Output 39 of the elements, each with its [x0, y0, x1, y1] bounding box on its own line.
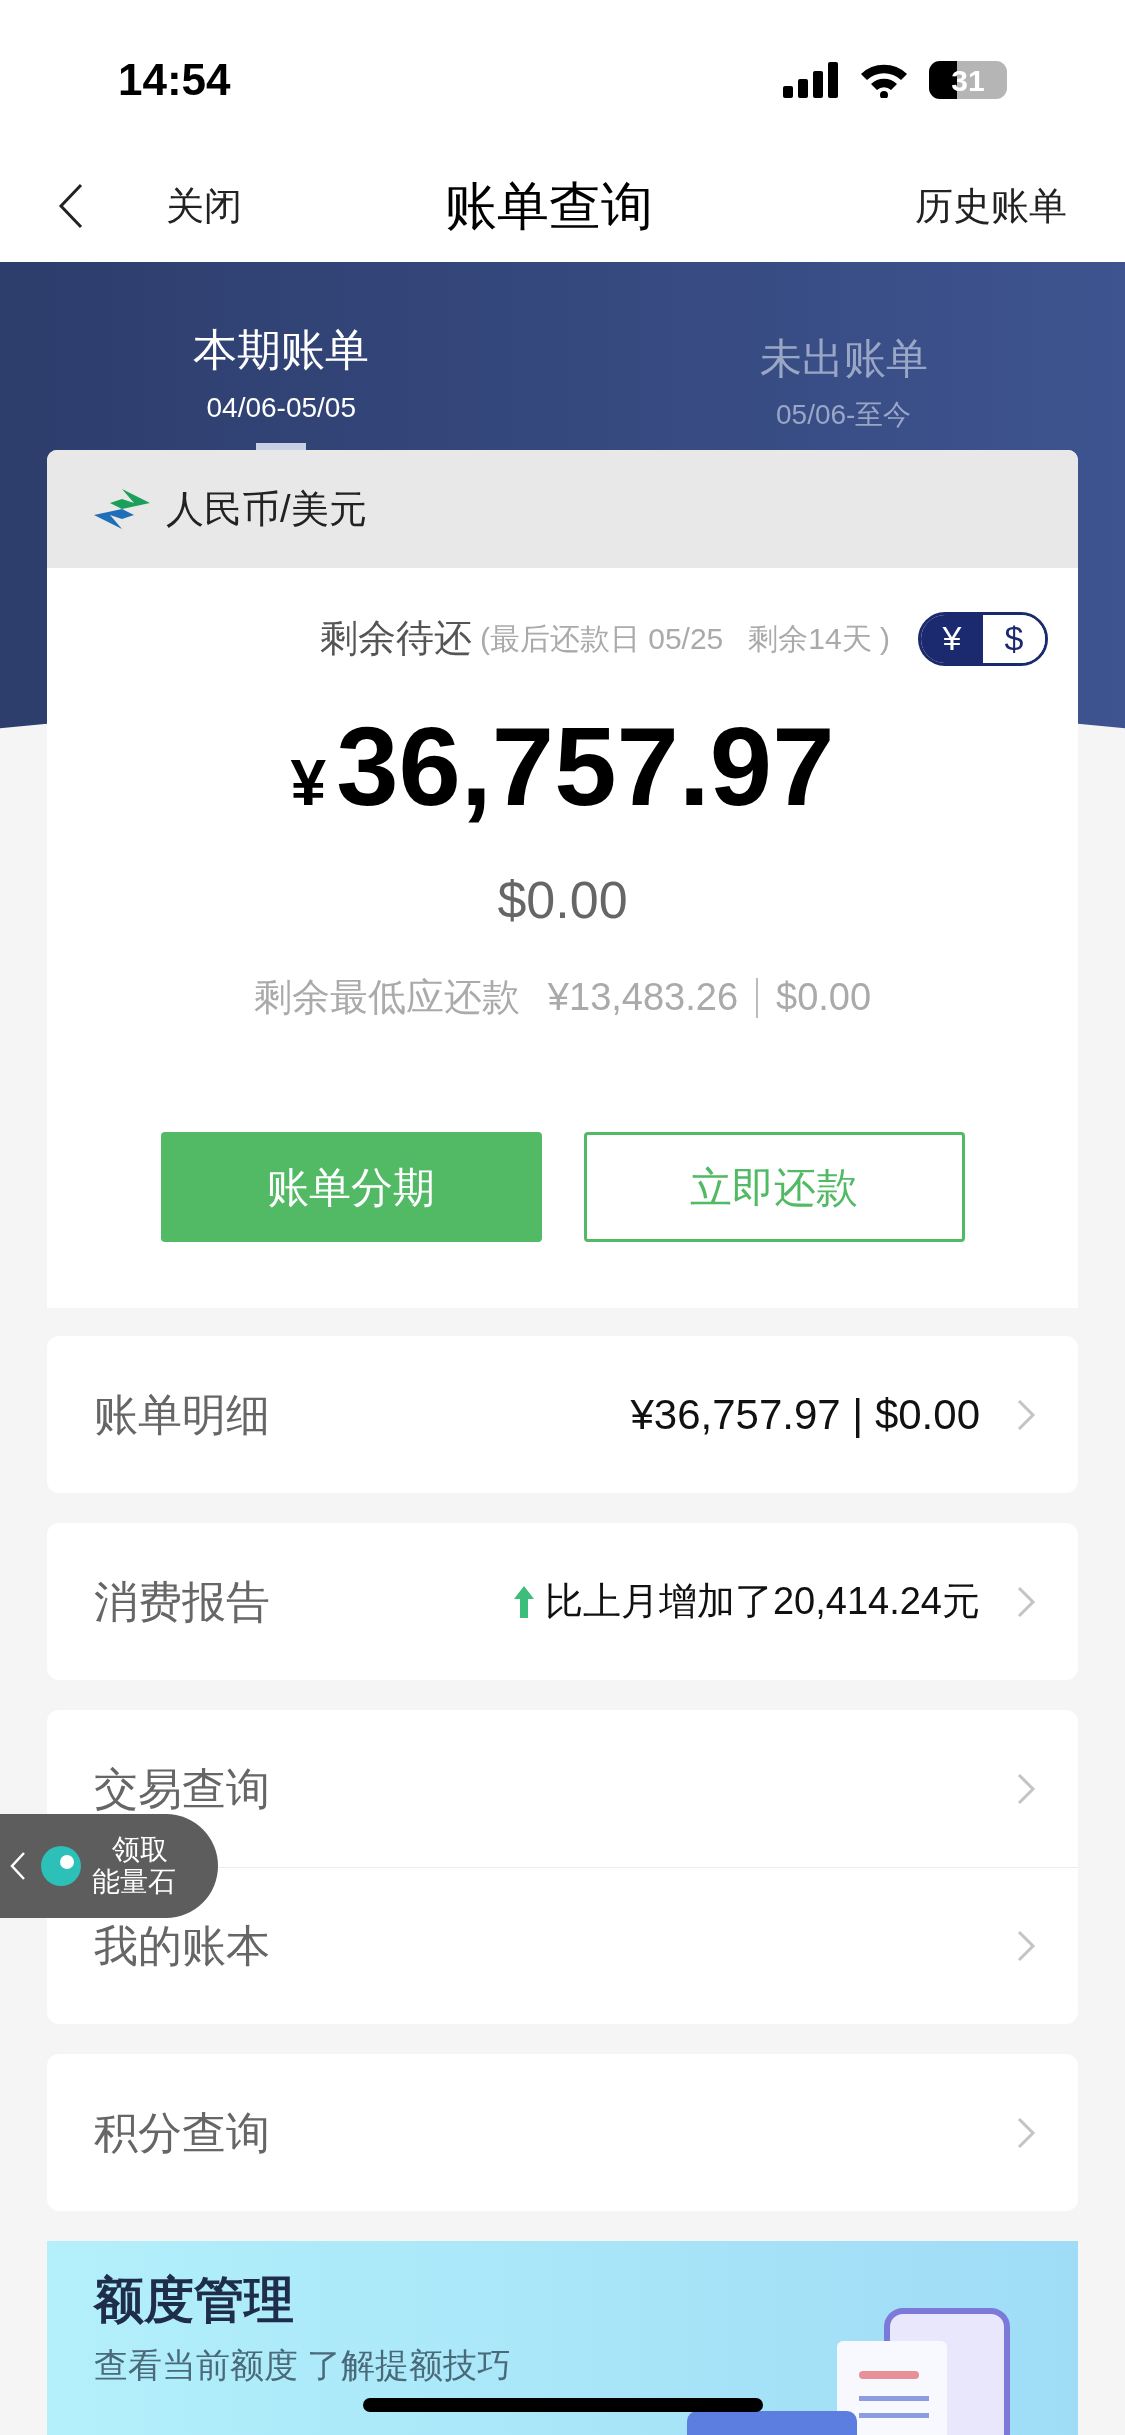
banner-title: 额度管理 — [94, 2271, 294, 2330]
chevron-right-icon — [1016, 1929, 1036, 1963]
due-date-note: (最后还款日 05/25 剩余14天 ) — [479, 621, 890, 657]
row-value: 比上月增加了20,414.24元 — [544, 1579, 980, 1624]
remaining-label: 剩余待还 — [319, 616, 472, 661]
currency-option[interactable]: ¥ — [921, 614, 983, 663]
minimum-usd: $0.00 — [776, 975, 872, 1020]
chevron-right-icon — [1016, 2115, 1036, 2150]
credit-limit-banner[interactable]: 额度管理 查看当前额度 了解提额技巧 — [47, 2241, 1078, 2435]
back-icon[interactable] — [58, 183, 84, 229]
bill-tab[interactable]: 未出账单 05/06-至今 — [562, 317, 1125, 453]
minimum-payment-label: 剩余最低应还款 — [253, 975, 520, 1020]
badge-text: 能量石 — [92, 1866, 176, 1899]
signal-icon — [783, 62, 839, 98]
chevron-right-icon — [1016, 1584, 1036, 1619]
row-label[interactable]: 账单明细 — [94, 1381, 270, 1448]
currency-symbol: ¥ — [290, 746, 327, 821]
bank-logo-icon — [92, 487, 152, 531]
wifi-icon — [859, 62, 909, 98]
chevron-left-icon — [10, 1851, 26, 1881]
minimum-cny: ¥13,483.26 — [547, 975, 739, 1020]
currency-toggle[interactable]: ¥ $ — [918, 611, 1048, 666]
chevron-right-icon — [1016, 1397, 1036, 1432]
row-label[interactable]: 积分查询 — [94, 2099, 270, 2166]
page-title: 账单查询 — [444, 176, 653, 237]
close-button[interactable]: 关闭 — [166, 177, 242, 235]
status-time: 14:54 — [118, 54, 231, 106]
badge-text: 领取 — [112, 1833, 169, 1866]
usd-amount: $0.00 — [497, 870, 628, 931]
energy-stone-toast[interactable]: 领取 能量石 — [0, 1814, 218, 1918]
currency-title: 人民币/美元 — [166, 486, 367, 532]
row-value: ¥36,757.97 | $0.00 — [630, 1390, 980, 1440]
amount-due: 36,757.97 — [336, 711, 835, 823]
orb-icon — [40, 1845, 82, 1887]
up-arrow-icon — [512, 1584, 535, 1619]
row-label[interactable]: 消费报告 — [94, 1568, 270, 1635]
chevron-right-icon — [1016, 1771, 1036, 1806]
history-bill-link[interactable]: 历史账单 — [915, 177, 1067, 235]
banner-subtitle: 查看当前额度 了解提额技巧 — [94, 2345, 512, 2386]
